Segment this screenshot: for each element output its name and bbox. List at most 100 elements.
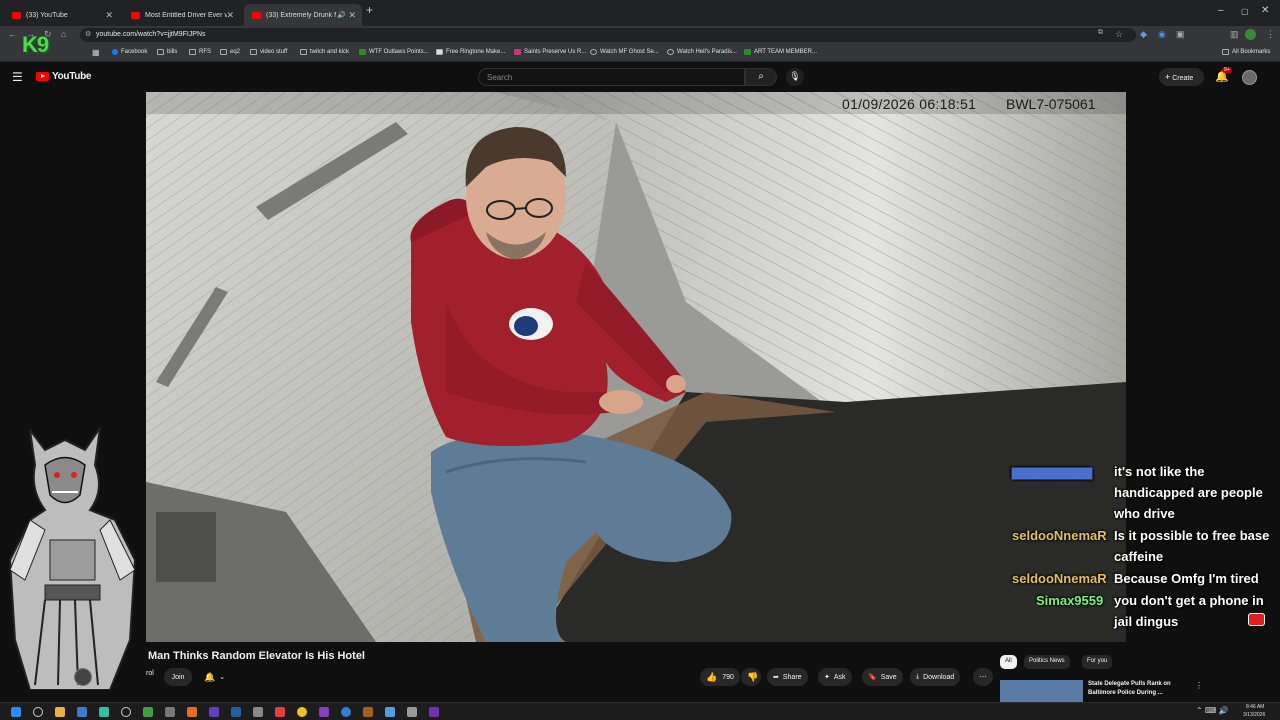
bookmark-folder[interactable]: video stuff xyxy=(250,49,287,55)
extensions-puzzle-icon[interactable]: ▣ xyxy=(1176,29,1185,40)
taskbar-app-icon[interactable] xyxy=(187,707,197,717)
channel-name-fragment[interactable]: rol xyxy=(146,670,154,677)
all-bookmarks[interactable]: All Bookmarks xyxy=(1222,49,1270,55)
chrome-icon[interactable] xyxy=(297,707,307,717)
youtube-favicon-icon xyxy=(12,11,21,19)
system-tray[interactable]: ⌃ ⌨ 🔊 xyxy=(1196,706,1229,715)
maximize-button[interactable]: ▢ xyxy=(1241,7,1249,16)
extension-icon[interactable]: ◆ xyxy=(1140,29,1147,40)
bookmark-link[interactable]: Watch MF Ghost Se... xyxy=(590,49,659,55)
voice-search-button[interactable]: 🎙 xyxy=(786,68,804,86)
dislike-button[interactable]: 👎 xyxy=(741,668,761,686)
chat-message: Is it possible to free base xyxy=(1114,528,1270,543)
url-bar[interactable]: ⚙ youtube.com/watch?v=jjtM9FIJPNs xyxy=(80,28,1136,42)
close-icon[interactable]: ✕ xyxy=(226,10,234,21)
folder-icon xyxy=(189,49,196,55)
sparkle-icon: ✦ xyxy=(824,674,830,681)
notification-bell-button[interactable]: 🔔 ⌄ xyxy=(198,668,231,686)
chat-message: Because Omfg I'm tired xyxy=(1114,571,1259,586)
youtube-favicon-icon xyxy=(131,11,140,19)
video-player[interactable]: 01/09/2026 06:18:51 BWL7-075061 xyxy=(146,92,1126,642)
tab-youtube[interactable]: (33) YouTube ✕ xyxy=(4,4,119,26)
hamburger-menu-icon[interactable]: ☰ xyxy=(12,70,23,84)
page-icon xyxy=(514,49,521,55)
bookmark-link[interactable]: ART TEAM MEMBER... xyxy=(744,49,817,55)
taskbar-app-icon[interactable] xyxy=(165,707,175,717)
clock-time[interactable]: 8:46 AM xyxy=(1246,704,1264,710)
taskbar-app-icon[interactable] xyxy=(253,707,263,717)
tab-label: (33) Extremely Drunk Man xyxy=(266,11,336,19)
more-actions-button[interactable]: ⋯ xyxy=(973,668,993,686)
search-button[interactable]: ⌕ xyxy=(745,68,777,86)
new-tab-button[interactable]: + xyxy=(366,3,373,17)
profile-avatar[interactable] xyxy=(1245,29,1256,40)
bookmark-facebook[interactable]: Facebook xyxy=(112,49,147,55)
bookmark-link[interactable]: WTF Outlaws Points... xyxy=(359,49,429,55)
join-button[interactable]: Join xyxy=(164,668,192,686)
bookmark-star-icon[interactable]: ☆ xyxy=(1115,29,1123,40)
chat-message: handicapped are people xyxy=(1114,485,1263,500)
bookmark-link[interactable]: Saints Preserve Us R... xyxy=(514,49,586,55)
create-button[interactable]: + Create xyxy=(1159,68,1204,86)
file-explorer-icon[interactable] xyxy=(55,707,65,717)
bookmark-link[interactable]: Free Ringtone Make... xyxy=(436,49,505,55)
bookmark-link[interactable]: Watch Hell's Paradis... xyxy=(667,49,737,55)
install-icon[interactable]: ⧉ xyxy=(1098,29,1103,37)
channel-avatar[interactable] xyxy=(74,668,92,686)
close-window-button[interactable]: ✕ xyxy=(1261,5,1269,16)
chip-for-you[interactable]: For you xyxy=(1082,655,1113,669)
close-icon[interactable]: ✕ xyxy=(105,10,113,21)
video-frame xyxy=(146,92,1126,642)
share-button[interactable]: ➦ Share xyxy=(767,668,808,686)
taskbar-app-icon[interactable] xyxy=(231,707,241,717)
apps-icon[interactable]: ▦ xyxy=(92,48,100,57)
taskbar-app-icon[interactable] xyxy=(385,707,395,717)
youtube-logo[interactable]: YouTube xyxy=(36,71,92,82)
taskbar-app-icon[interactable] xyxy=(77,707,87,717)
clock-date[interactable]: 3/13/2026 xyxy=(1243,712,1265,718)
taskbar-app-icon[interactable] xyxy=(99,707,109,717)
taskbar-app-icon[interactable] xyxy=(143,707,153,717)
close-icon[interactable]: ✕ xyxy=(348,10,356,21)
youtube-favicon-icon xyxy=(252,11,261,19)
settings-icon[interactable] xyxy=(407,707,417,717)
taskbar-app-icon[interactable] xyxy=(209,707,219,717)
minimize-button[interactable]: – xyxy=(1218,5,1224,16)
taskbar-app-icon[interactable] xyxy=(275,707,285,717)
download-button[interactable]: ⤓ Download xyxy=(910,668,961,686)
search-input[interactable]: Search xyxy=(478,68,745,86)
like-button[interactable]: 👍 790 xyxy=(700,668,740,686)
taskbar-app-icon[interactable] xyxy=(363,707,373,717)
menu-kebab-icon[interactable]: ⋮ xyxy=(1266,29,1275,40)
bookmark-folder[interactable]: RFS xyxy=(189,49,211,55)
chip-politics-news[interactable]: Politics News xyxy=(1024,655,1070,669)
more-vertical-icon[interactable]: ⋮ xyxy=(1195,681,1203,690)
account-avatar[interactable] xyxy=(1242,70,1257,85)
taskbar-app-icon[interactable] xyxy=(341,707,351,717)
recommended-title-line2: Baltimore Police During ... xyxy=(1088,690,1163,696)
site-info-icon[interactable]: ⚙ xyxy=(85,30,91,38)
windows-start-icon[interactable] xyxy=(11,707,21,717)
back-icon[interactable]: ← xyxy=(8,29,17,39)
page-icon xyxy=(667,49,674,55)
chat-username-obscured: ▆▆▆▆▆▆▆▆ xyxy=(1012,464,1092,479)
extension-icon[interactable]: ◉ xyxy=(1158,29,1166,40)
chat-username: seldooNnemaR xyxy=(1012,528,1107,543)
search-icon[interactable] xyxy=(33,707,43,717)
bookmark-folder[interactable]: bills xyxy=(157,49,177,55)
chip-all[interactable]: All xyxy=(1000,655,1017,669)
taskbar-app-icon[interactable] xyxy=(429,707,439,717)
bookmark-folder[interactable]: eq2 xyxy=(220,49,240,55)
taskbar-app-icon[interactable] xyxy=(319,707,329,717)
tab-entitled-driver[interactable]: Most Entitled Driver Ever vs Bo ✕ xyxy=(123,4,240,26)
speaker-icon[interactable]: 🔊 xyxy=(337,11,346,19)
sidebar-icon[interactable]: ▥ xyxy=(1230,29,1239,40)
page-icon xyxy=(359,49,366,55)
ask-button[interactable]: ✦ Ask xyxy=(818,668,852,686)
tab-drunk-man[interactable]: (33) Extremely Drunk Man 🔊 ✕ xyxy=(244,4,362,26)
recommended-video[interactable]: State Delegate Pulls Rank on Baltimore P… xyxy=(1000,680,1210,702)
bookmark-folder[interactable]: twitch and kick xyxy=(300,49,349,55)
share-icon: ➦ xyxy=(773,674,779,681)
taskbar-app-icon[interactable] xyxy=(121,707,131,717)
save-button[interactable]: 🔖 Save xyxy=(862,668,903,686)
